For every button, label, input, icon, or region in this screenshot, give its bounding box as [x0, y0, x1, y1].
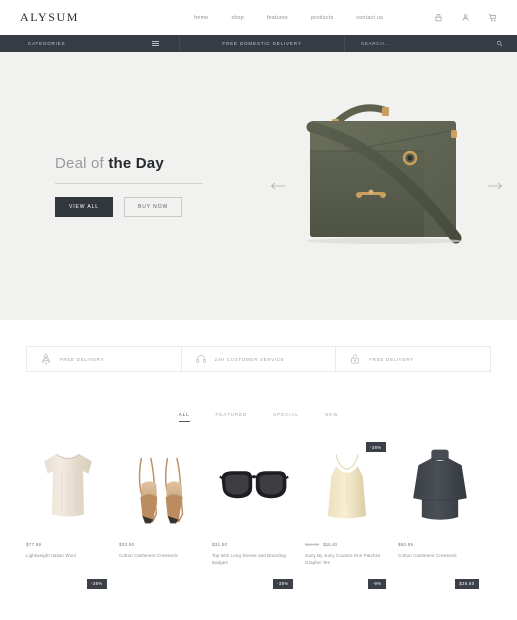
- lock-icon[interactable]: [434, 13, 443, 22]
- feature-label: FREE DELIVERY: [60, 356, 105, 362]
- feature-secure: FREE DELIVERY: [336, 347, 490, 371]
- hero-button-group: VIEW ALL BUY NOW: [55, 197, 267, 217]
- price-row: $50.99: [398, 542, 481, 547]
- hero-next-arrow[interactable]: [487, 181, 503, 191]
- product-name[interactable]: Cotton Cashmere Crewneck: [119, 553, 202, 560]
- hero-title-light: Deal of: [55, 155, 104, 172]
- product-price: $77.99: [26, 542, 42, 547]
- product-grid-row-2: -38% -38% -9% $28.60: [0, 578, 517, 593]
- product-card[interactable]: $28.60: [398, 578, 491, 593]
- discount-badge: -38%: [365, 442, 386, 452]
- nav-item-features[interactable]: features: [267, 15, 288, 21]
- product-image[interactable]: [398, 440, 481, 532]
- view-all-button[interactable]: VIEW ALL: [55, 197, 113, 217]
- feature-label: 24H CUSTOMER SERVICE: [214, 356, 285, 362]
- product-grid: $77.99 Lightweight Italian Wool $33.50 C…: [0, 440, 517, 567]
- feature-label: FREE DELIVERY: [369, 356, 414, 362]
- hero-product-image: [288, 88, 490, 284]
- hero-content: Deal of the Day VIEW ALL BUY NOW: [0, 155, 267, 217]
- header-icon-group: [434, 13, 497, 22]
- nav-item-products[interactable]: products: [311, 15, 333, 21]
- product-filter-tabs: ALL FEATURED SPECIAL NEW: [0, 412, 517, 422]
- product-price: $16.40: [323, 542, 338, 547]
- price-row: $33.50: [119, 542, 202, 547]
- product-card[interactable]: $77.99 Lightweight Italian Wool: [26, 440, 119, 567]
- product-card[interactable]: -38% $26.50 $16.40 Juicy By Juicy Coutur…: [305, 440, 398, 567]
- headset-icon: [196, 353, 206, 365]
- product-price: $50.99: [398, 542, 414, 547]
- product-image[interactable]: [305, 440, 388, 532]
- features-section: FREE DELIVERY 24H CUSTOMER SERVICE FREE …: [0, 320, 517, 372]
- search-input[interactable]: SEARCH...: [361, 41, 390, 46]
- feature-free-delivery: FREE DELIVERY: [27, 347, 182, 371]
- nav-item-home[interactable]: home: [194, 15, 208, 21]
- hero-divider: [55, 183, 203, 184]
- product-name[interactable]: Juicy By Juicy Couture Knit Patches Grap…: [305, 553, 388, 567]
- product-price: $33.50: [119, 542, 135, 547]
- price-row: $77.99: [26, 542, 109, 547]
- hero-slider: Deal of the Day VIEW ALL BUY NOW: [0, 52, 517, 320]
- buy-now-button[interactable]: BUY NOW: [124, 197, 183, 217]
- product-card[interactable]: -9%: [305, 578, 398, 593]
- discount-badge: -9%: [368, 578, 386, 589]
- nav-item-contact-us[interactable]: contact us: [356, 15, 383, 21]
- product-price: $31.50: [212, 542, 228, 547]
- product-name[interactable]: Cotton Cashmere Crewneck: [398, 553, 481, 560]
- tab-all[interactable]: ALL: [178, 412, 190, 422]
- product-card[interactable]: [119, 579, 212, 593]
- discount-badge: -38%: [86, 578, 107, 589]
- price-row: $26.50 $16.40: [305, 542, 388, 547]
- hero-title-bold: the Day: [108, 155, 164, 172]
- rocket-icon: [41, 353, 51, 365]
- product-card[interactable]: $50.99 Cotton Cashmere Crewneck: [398, 440, 491, 567]
- hero-prev-arrow[interactable]: [270, 181, 286, 191]
- promo-message: FREE DOMESTIC DELIVERY: [180, 35, 345, 52]
- lock-icon: [350, 353, 360, 365]
- product-card[interactable]: $33.50 Cotton Cashmere Crewneck: [119, 440, 212, 567]
- category-bar: CATEGORIES FREE DOMESTIC DELIVERY SEARCH…: [0, 35, 517, 52]
- product-image[interactable]: [212, 440, 295, 532]
- site-header: ALYSUM home shop features products conta…: [0, 0, 517, 35]
- site-logo[interactable]: ALYSUM: [20, 10, 79, 25]
- price-row: $31.50: [212, 542, 295, 547]
- main-navigation: home shop features products contact us: [194, 13, 497, 22]
- feature-customer-service: 24H CUSTOMER SERVICE: [182, 347, 337, 371]
- nav-item-shop[interactable]: shop: [231, 15, 243, 21]
- tab-featured[interactable]: FEATURED: [216, 412, 248, 422]
- product-name[interactable]: Lightweight Italian Wool: [26, 553, 109, 560]
- search-box[interactable]: SEARCH...: [345, 35, 517, 52]
- product-card[interactable]: -38%: [212, 578, 305, 593]
- tab-special[interactable]: SPECIAL: [273, 412, 299, 422]
- user-icon[interactable]: [461, 13, 470, 22]
- features-bar: FREE DELIVERY 24H CUSTOMER SERVICE FREE …: [26, 346, 491, 372]
- cart-icon[interactable]: [488, 13, 497, 22]
- categories-label: CATEGORIES: [28, 41, 66, 46]
- hamburger-icon[interactable]: [152, 40, 159, 47]
- hero-title: Deal of the Day: [55, 155, 267, 172]
- product-card[interactable]: $31.50 Top with Long Sleeve and Branding…: [212, 440, 305, 567]
- product-image[interactable]: [26, 440, 109, 532]
- tab-new[interactable]: NEW: [325, 412, 338, 422]
- price-badge: $28.60: [454, 578, 479, 589]
- product-card[interactable]: -38%: [26, 578, 119, 593]
- categories-dropdown[interactable]: CATEGORIES: [0, 35, 180, 52]
- discount-badge: -38%: [272, 578, 293, 589]
- search-icon[interactable]: [496, 40, 503, 47]
- product-name[interactable]: Top with Long Sleeve and Branding Badges: [212, 553, 295, 567]
- product-old-price: $26.50: [305, 542, 320, 547]
- product-image[interactable]: [119, 440, 202, 532]
